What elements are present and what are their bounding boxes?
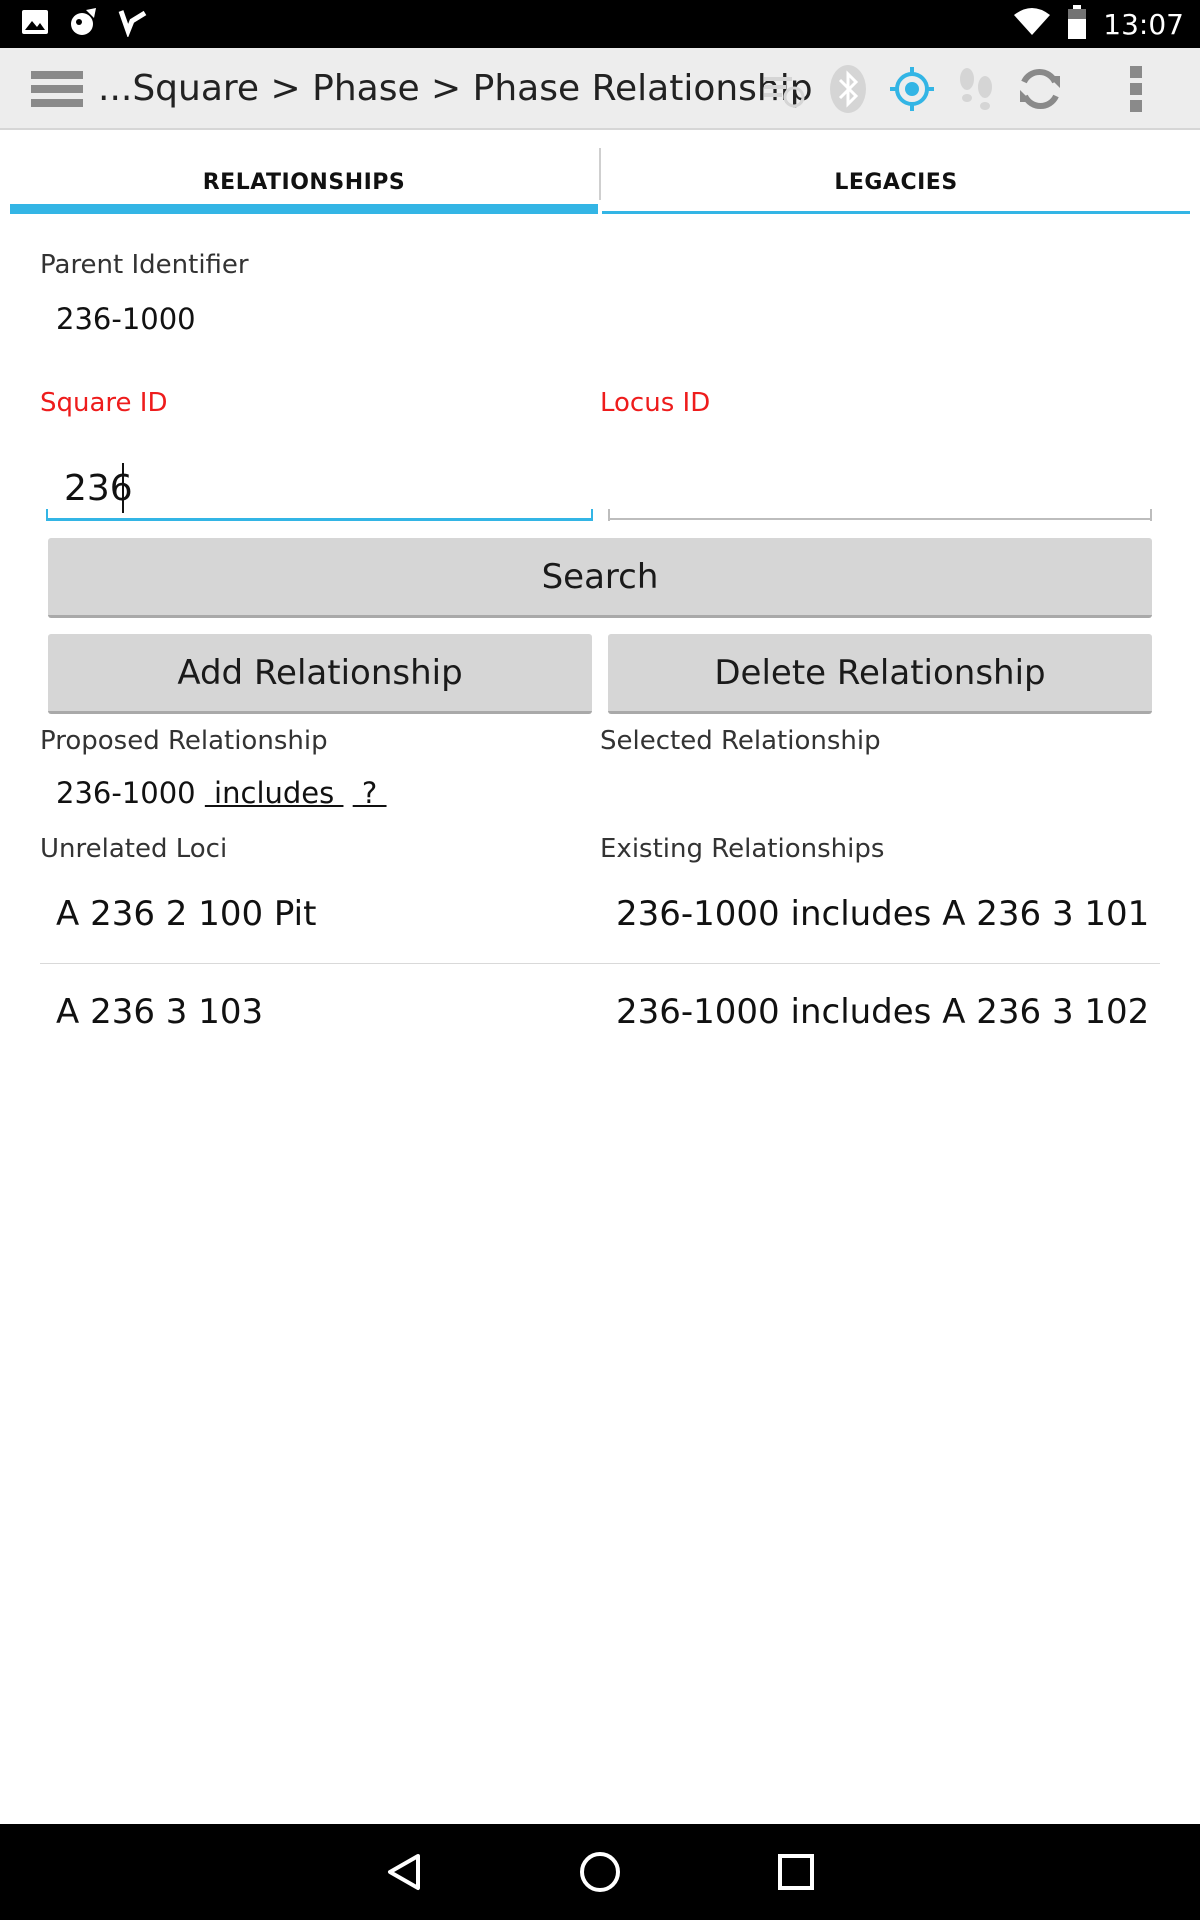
square-id-underline xyxy=(46,518,593,521)
square-id-edge-left xyxy=(46,509,48,521)
tab-legacies[interactable]: LEGACIES xyxy=(602,148,1190,216)
tab-underline xyxy=(602,211,1190,214)
check-icon xyxy=(118,7,148,41)
wifi-icon xyxy=(1013,7,1051,41)
back-icon[interactable] xyxy=(374,1842,434,1902)
battery-icon xyxy=(1067,5,1087,43)
home-icon[interactable] xyxy=(570,1842,630,1902)
locus-id-label: Locus ID xyxy=(600,388,711,418)
existing-relationships-label: Existing Relationships xyxy=(600,834,885,864)
list-divider xyxy=(40,963,1160,964)
locus-id-edge-left xyxy=(608,509,610,521)
existing-relationship-item[interactable]: 236-1000 includes A 236 3 101 xyxy=(616,894,1149,934)
sync-off-icon[interactable] xyxy=(756,63,812,115)
square-id-input[interactable] xyxy=(48,456,592,520)
action-bar: ...Square > Phase > Phase Relationship xyxy=(0,48,1200,130)
text-cursor xyxy=(122,463,124,513)
clock: 13:07 xyxy=(1103,7,1184,41)
unrelated-locus-item[interactable]: A 236 2 100 Pit xyxy=(56,894,316,934)
drawer-menu-button[interactable] xyxy=(24,64,90,114)
square-id-edge-right xyxy=(591,509,593,521)
unrelated-loci-label: Unrelated Loci xyxy=(40,834,228,864)
tab-bar: RELATIONSHIPS LEGACIES xyxy=(10,148,1190,216)
existing-relationship-item[interactable]: 236-1000 includes A 236 3 102 xyxy=(616,992,1149,1032)
proposed-relation[interactable]: includes xyxy=(205,776,344,810)
selected-relationship-label: Selected Relationship xyxy=(600,726,881,756)
hamburger-icon xyxy=(31,71,83,107)
square-id-label: Square ID xyxy=(40,388,168,418)
add-relationship-button[interactable]: Add Relationship xyxy=(48,634,592,714)
selected-tab-indicator xyxy=(10,204,598,214)
proposed-relationship-label: Proposed Relationship xyxy=(40,726,328,756)
locus-id-input[interactable] xyxy=(608,456,1152,520)
parent-identifier-label: Parent Identifier xyxy=(40,250,249,280)
image-icon xyxy=(20,7,50,41)
proposed-target[interactable]: ? xyxy=(353,776,387,810)
locus-id-edge-right xyxy=(1150,509,1152,521)
app-icon xyxy=(68,6,100,42)
status-bar: 13:07 xyxy=(0,0,1200,48)
page-title: ...Square > Phase > Phase Relationship xyxy=(98,68,813,109)
refresh-icon[interactable] xyxy=(1012,63,1068,115)
delete-relationship-button[interactable]: Delete Relationship xyxy=(608,634,1152,714)
parent-identifier-value: 236-1000 xyxy=(56,302,196,336)
unrelated-locus-item[interactable]: A 236 3 103 xyxy=(56,992,263,1032)
search-button[interactable]: Search xyxy=(48,538,1152,618)
gps-target-icon[interactable] xyxy=(884,63,940,115)
recents-icon[interactable] xyxy=(766,1842,826,1902)
proposed-relationship: 236-1000 includes ? xyxy=(56,776,387,810)
navigation-bar xyxy=(0,1824,1200,1920)
overflow-menu-icon[interactable] xyxy=(1108,63,1164,115)
locus-id-underline xyxy=(608,518,1152,520)
proposed-parent: 236-1000 xyxy=(56,776,196,810)
tab-divider xyxy=(599,148,601,200)
notification-icons xyxy=(20,6,148,42)
footsteps-icon[interactable] xyxy=(948,63,1004,115)
bluetooth-icon[interactable] xyxy=(820,63,876,115)
